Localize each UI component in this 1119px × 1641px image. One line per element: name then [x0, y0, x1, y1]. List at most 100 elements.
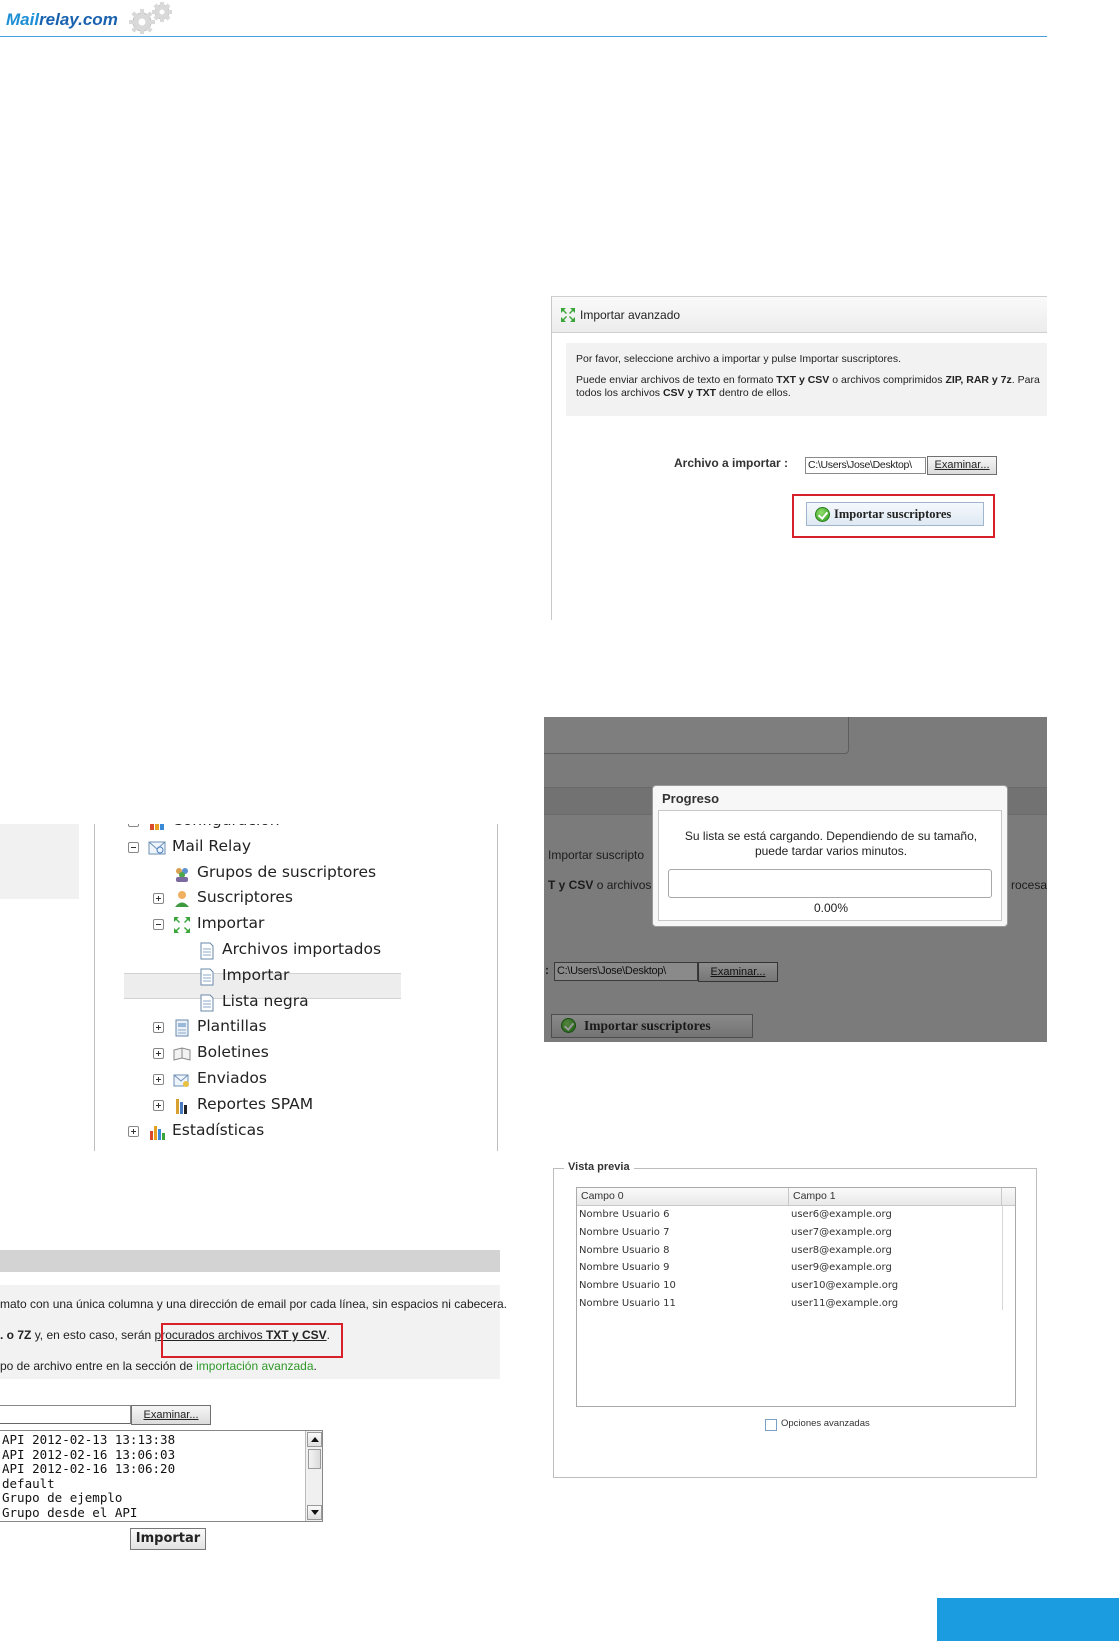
expand-icon[interactable] — [128, 1125, 139, 1137]
table-cell: user11@example.org — [791, 1298, 899, 1309]
page-tab — [937, 1598, 1119, 1641]
browse-button[interactable]: Examinar... — [927, 456, 997, 475]
tree-item-label: Importar — [222, 965, 290, 984]
table-cell: user7@example.org — [791, 1226, 892, 1238]
expand-icon[interactable] — [153, 1022, 164, 1034]
check-circle-icon — [561, 1018, 576, 1033]
table-row[interactable]: Nombre Usuario 10 user10@example.org — [577, 1278, 1003, 1296]
list-item[interactable]: default — [2, 1476, 322, 1492]
expand-icon[interactable] — [128, 824, 139, 827]
import-subscribers-button[interactable]: Importar suscriptores — [806, 502, 984, 526]
scroll-down-icon[interactable] — [307, 1505, 322, 1520]
browse-button-disabled: Examinar... — [698, 962, 778, 982]
config-icon — [148, 824, 166, 831]
browse-button[interactable]: Examinar... — [131, 1405, 211, 1425]
progress-percent: 0.00% — [813, 901, 849, 915]
listbox-scrollbar[interactable] — [305, 1431, 322, 1521]
progress-screen: Importar suscripto T y CSV o archivos ro… — [544, 717, 1047, 1042]
table-cell: user10@example.org — [791, 1280, 899, 1292]
groups-icon — [173, 865, 191, 883]
table-row[interactable]: Nombre Usuario 9 user9@example.org — [577, 1260, 1003, 1278]
advanced-import-title: Importar avanzado — [552, 296, 1047, 333]
scroll-up-icon[interactable] — [307, 1432, 322, 1447]
advanced-import-panel: Importar avanzado Por favor, seleccione … — [551, 296, 1047, 620]
import-subscribers-label: Importar suscriptores — [834, 507, 952, 521]
info-line: Puede enviar archivos de texto en format… — [576, 374, 1040, 386]
tree-item-label: Plantillas — [197, 1017, 267, 1036]
document-icon — [198, 994, 216, 1012]
highlight-box — [161, 1323, 343, 1358]
table-cell: user6@example.org — [791, 1209, 892, 1220]
tree-item-label: Mail Relay — [172, 836, 251, 855]
navigation-tree: Configuración Mail Relay Grupos de suscrip… — [94, 824, 498, 1151]
table-cell: Nombre Usuario 6 — [579, 1209, 670, 1220]
group-listbox[interactable]: API 2012-02-13 13:13:38 API 2012-02-16 1… — [0, 1430, 323, 1522]
user-icon — [173, 890, 191, 908]
tree-item-label: Configuración — [172, 824, 280, 829]
progress-dialog-title: Progreso — [662, 791, 720, 806]
progress-bar — [668, 869, 992, 898]
import-arrows-icon — [561, 308, 575, 322]
table-row[interactable]: Nombre Usuario 8 user8@example.org — [577, 1243, 1003, 1261]
list-item[interactable]: Grupo de ejemplo — [2, 1490, 322, 1506]
table-cell: Nombre Usuario 7 — [579, 1226, 670, 1238]
expand-icon[interactable] — [153, 1099, 164, 1111]
tree-item-label: Reportes SPAM — [197, 1094, 314, 1113]
tree-item-label: Importar — [197, 914, 265, 933]
table-cell: Nombre Usuario 9 — [579, 1262, 670, 1274]
preview-fieldset: Vista previa Campo 0 Campo 1 Nombre Usua… — [553, 1161, 1037, 1478]
info-line: mato con una única columna y una direcci… — [0, 1297, 507, 1311]
document-icon — [198, 968, 216, 986]
progress-message-line: Su lista se está cargando. Dependiendo d… — [684, 829, 978, 843]
brand-logo: Mailrelay.com — [6, 10, 118, 29]
preview-grid-header: Campo 0 Campo 1 — [577, 1188, 1015, 1206]
grid-divider — [1002, 1206, 1003, 1310]
tree-item-label: Enviados — [197, 1069, 267, 1087]
tree-item-label: Estadísticas — [172, 1120, 265, 1139]
collapse-icon[interactable] — [153, 919, 164, 931]
table-row[interactable]: Nombre Usuario 6 user6@example.org — [577, 1207, 1003, 1225]
list-item[interactable]: API 2012-02-13 13:13:38 — [2, 1432, 322, 1448]
list-item[interactable]: Grupo desde el API — [2, 1505, 322, 1521]
dimmed-text: T y CSV o archivos — [548, 878, 652, 892]
dimmed-file-label: : — [545, 963, 549, 977]
table-cell: Nombre Usuario 8 — [579, 1244, 670, 1256]
import-button[interactable]: Importar — [130, 1528, 206, 1550]
expand-icon[interactable] — [153, 1074, 164, 1085]
side-panel-fragment — [0, 824, 79, 899]
tree-item-label: Grupos de suscriptores — [197, 862, 377, 881]
mail-icon — [148, 839, 166, 857]
advanced-import-link[interactable]: importación avanzada — [196, 1359, 313, 1373]
file-input-disabled: C:\Users\Jose\Desktop\ — [554, 962, 698, 981]
import-icon — [173, 916, 191, 934]
simple-import-titlebar — [0, 1250, 500, 1272]
file-label: Archivo a importar : — [674, 456, 789, 470]
import-subscribers-button-disabled: Importar suscriptores — [551, 1014, 753, 1038]
table-cell: Nombre Usuario 10 — [579, 1280, 676, 1292]
info-line: todos los archivos CSV y TXT dentro de e… — [576, 387, 791, 399]
table-row[interactable]: Nombre Usuario 11 user11@example.org — [577, 1296, 1003, 1314]
expand-icon[interactable] — [153, 893, 164, 905]
advanced-import-info: Por favor, seleccione archivo a importar… — [566, 343, 1047, 416]
expand-icon[interactable] — [153, 1048, 164, 1060]
progress-dialog: Progreso Su lista se está cargando. Depe… — [652, 785, 1008, 927]
spam-report-icon — [173, 1097, 191, 1115]
advanced-import-title-text: Importar avanzado — [580, 308, 681, 322]
table-cell: Nombre Usuario 11 — [579, 1298, 676, 1309]
stats-icon — [148, 1123, 166, 1141]
list-item[interactable]: API 2012-02-16 13:06:20 — [2, 1461, 322, 1477]
progress-message: Su lista se está cargando. Dependiendo d… — [659, 829, 1003, 859]
file-input[interactable]: C:\Users\Jose\Desktop\ — [805, 457, 926, 474]
preview-grid: Campo 0 Campo 1 Nombre Usuario 6 user6@ex… — [576, 1187, 1016, 1407]
file-input[interactable] — [0, 1405, 131, 1424]
list-item[interactable]: API 2012-02-16 13:06:03 — [2, 1447, 322, 1463]
table-row[interactable]: Nombre Usuario 7 user7@example.org — [577, 1225, 1003, 1243]
dimmed-text: rocesa — [1011, 878, 1047, 892]
collapse-icon[interactable] — [128, 841, 139, 853]
tree-item-label: Suscriptores — [197, 888, 293, 907]
column-header[interactable]: Campo 0 — [577, 1188, 789, 1206]
advanced-options-checkbox[interactable] — [765, 1419, 777, 1431]
newsletter-icon — [173, 1045, 191, 1063]
column-header[interactable]: Campo 1 — [789, 1188, 1002, 1206]
scroll-thumb[interactable] — [308, 1449, 321, 1469]
